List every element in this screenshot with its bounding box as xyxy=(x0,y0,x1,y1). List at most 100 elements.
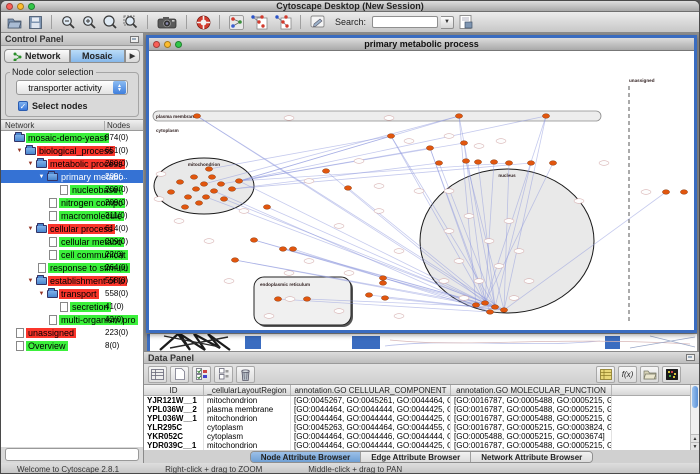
search-input[interactable] xyxy=(372,16,438,28)
network-node[interactable] xyxy=(195,201,202,206)
network-node[interactable] xyxy=(662,190,669,195)
disclosure-triangle-icon[interactable]: ▼ xyxy=(15,148,24,154)
scrollbar-thumb[interactable] xyxy=(692,386,698,408)
col-id[interactable]: ID xyxy=(144,385,204,395)
network-node[interactable] xyxy=(680,190,687,195)
network-node[interactable] xyxy=(231,258,238,263)
node-color-dropdown[interactable]: transporter activity ▲▼ xyxy=(16,80,128,95)
more-tabs-icon[interactable]: ▶ xyxy=(125,49,140,63)
network-view-titlebar[interactable]: primary metabolic process xyxy=(149,38,694,51)
network-node[interactable] xyxy=(435,161,442,166)
tab-mosaic[interactable]: Mosaic xyxy=(70,49,125,63)
zoom-in-icon[interactable] xyxy=(80,14,98,31)
network-node[interactable] xyxy=(379,276,386,281)
unselect-attributes-icon[interactable] xyxy=(214,366,233,383)
tree-col-network[interactable]: Network xyxy=(1,121,104,130)
search-dropdown-icon[interactable]: ▼ xyxy=(441,16,454,29)
network-view-icon[interactable] xyxy=(227,14,245,31)
disclosure-triangle-icon[interactable]: ▼ xyxy=(26,226,35,232)
network-node[interactable] xyxy=(379,281,386,286)
col-region[interactable]: _cellularLayoutRegion xyxy=(204,385,291,395)
network-node[interactable] xyxy=(472,303,479,308)
float-panel-icon[interactable] xyxy=(130,36,139,43)
network-node[interactable] xyxy=(181,205,188,210)
network-node[interactable] xyxy=(235,179,242,184)
network-node[interactable] xyxy=(426,146,433,151)
tree-row[interactable]: ▼cellular process614(0) xyxy=(1,222,143,235)
tab-network-attribute-browser[interactable]: Network Attribute Browser xyxy=(471,452,592,462)
network-node[interactable] xyxy=(462,159,469,164)
tab-network[interactable]: Network xyxy=(4,49,70,63)
network-node[interactable] xyxy=(167,190,174,195)
network-node[interactable] xyxy=(460,141,467,146)
zoom-out-icon[interactable] xyxy=(59,14,77,31)
network-node[interactable] xyxy=(387,134,394,139)
help-lifering-icon[interactable] xyxy=(194,14,212,31)
tree-row[interactable]: ▼transport558(0) xyxy=(1,287,143,300)
tree-row[interactable]: Overview8(0) xyxy=(1,339,143,352)
zoom-selected-icon[interactable] xyxy=(101,14,119,31)
network-node[interactable] xyxy=(505,161,512,166)
tree-row[interactable]: cell communicat22(0) xyxy=(1,248,143,261)
function-builder-icon[interactable]: f(x) xyxy=(618,366,637,383)
tree-row[interactable]: nucleobase-209(0) xyxy=(1,183,143,196)
network-node[interactable] xyxy=(263,205,270,210)
delete-attribute-icon[interactable] xyxy=(236,366,255,383)
open-attr-file-icon[interactable] xyxy=(640,366,659,383)
tree-row[interactable]: multi-organism pro42(0) xyxy=(1,313,143,326)
table-row[interactable]: YJR121W__1mitochondrion[GO:0045267, GO:0… xyxy=(144,396,690,405)
select-nodes-checkbox[interactable]: ✓ xyxy=(18,101,28,111)
network-node[interactable] xyxy=(210,189,217,194)
matrix-icon[interactable] xyxy=(662,366,681,383)
network-node[interactable] xyxy=(381,296,388,301)
new-network-all-edges-icon[interactable] xyxy=(272,14,293,31)
save-session-icon[interactable] xyxy=(26,14,44,31)
network-node[interactable] xyxy=(455,114,462,119)
new-attribute-icon[interactable] xyxy=(170,366,189,383)
tree-col-nodes[interactable]: Nodes xyxy=(104,121,143,130)
network-node[interactable] xyxy=(190,175,197,180)
network-node[interactable] xyxy=(176,180,183,185)
attribute-table-icon[interactable] xyxy=(148,366,167,383)
network-node[interactable] xyxy=(289,247,296,252)
network-node[interactable] xyxy=(486,310,493,315)
network-node[interactable] xyxy=(549,161,556,166)
window-titlebar[interactable]: Cytoscape Desktop (New Session) xyxy=(1,1,699,12)
network-node[interactable] xyxy=(474,160,481,165)
network-node[interactable] xyxy=(365,293,372,298)
network-node[interactable] xyxy=(500,308,507,313)
table-row[interactable]: YDR039C__1mitochondrion[GO:0044464, GO:0… xyxy=(144,441,690,450)
select-attributes-icon[interactable] xyxy=(192,366,211,383)
network-node[interactable] xyxy=(542,114,549,119)
network-node[interactable] xyxy=(217,182,224,187)
network-node[interactable] xyxy=(192,187,199,192)
table-row[interactable]: YPL036W__2plasma membrane[GO:0044464, GO… xyxy=(144,405,690,414)
network-node[interactable] xyxy=(205,167,212,172)
col-cellular-component[interactable]: annotation.GO CELLULAR_COMPONENT xyxy=(291,385,451,395)
snapshot-camera-icon[interactable] xyxy=(155,14,179,31)
network-node[interactable] xyxy=(184,195,191,200)
network-node[interactable] xyxy=(344,186,351,191)
tree-row[interactable]: ▼biological_process651(0) xyxy=(1,144,143,157)
network-view-window[interactable]: primary metabolic process plasma membran… xyxy=(146,35,697,333)
tree-row[interactable]: ▼establishment of lo558(0) xyxy=(1,274,143,287)
tree-row[interactable]: response to stimulu264(0) xyxy=(1,261,143,274)
background-network-window[interactable] xyxy=(147,334,697,351)
import-table-icon[interactable] xyxy=(596,366,615,383)
zoom-fit-icon[interactable] xyxy=(122,14,140,31)
network-node[interactable] xyxy=(202,195,209,200)
network-node[interactable] xyxy=(220,197,227,202)
network-node[interactable] xyxy=(193,114,200,119)
open-file-icon[interactable] xyxy=(5,14,23,31)
table-row[interactable]: YKR052Ccytoplasm[GO:0044464, GO:0044446,… xyxy=(144,432,690,441)
network-node[interactable] xyxy=(527,161,534,166)
new-network-from-selection-icon[interactable] xyxy=(248,14,269,31)
tree-row[interactable]: macromolecule311(0) xyxy=(1,209,143,222)
float-data-panel-icon[interactable] xyxy=(686,354,695,361)
network-node[interactable] xyxy=(303,297,310,302)
network-canvas[interactable]: plasma membranecytoplasmmitochondrionnuc… xyxy=(149,51,694,330)
tab-edge-attribute-browser[interactable]: Edge Attribute Browser xyxy=(361,452,471,462)
network-node[interactable] xyxy=(228,187,235,192)
tree-row[interactable]: ▼primary metabo209(... xyxy=(1,170,143,183)
scroll-down-icon[interactable]: ▼ xyxy=(691,442,699,450)
